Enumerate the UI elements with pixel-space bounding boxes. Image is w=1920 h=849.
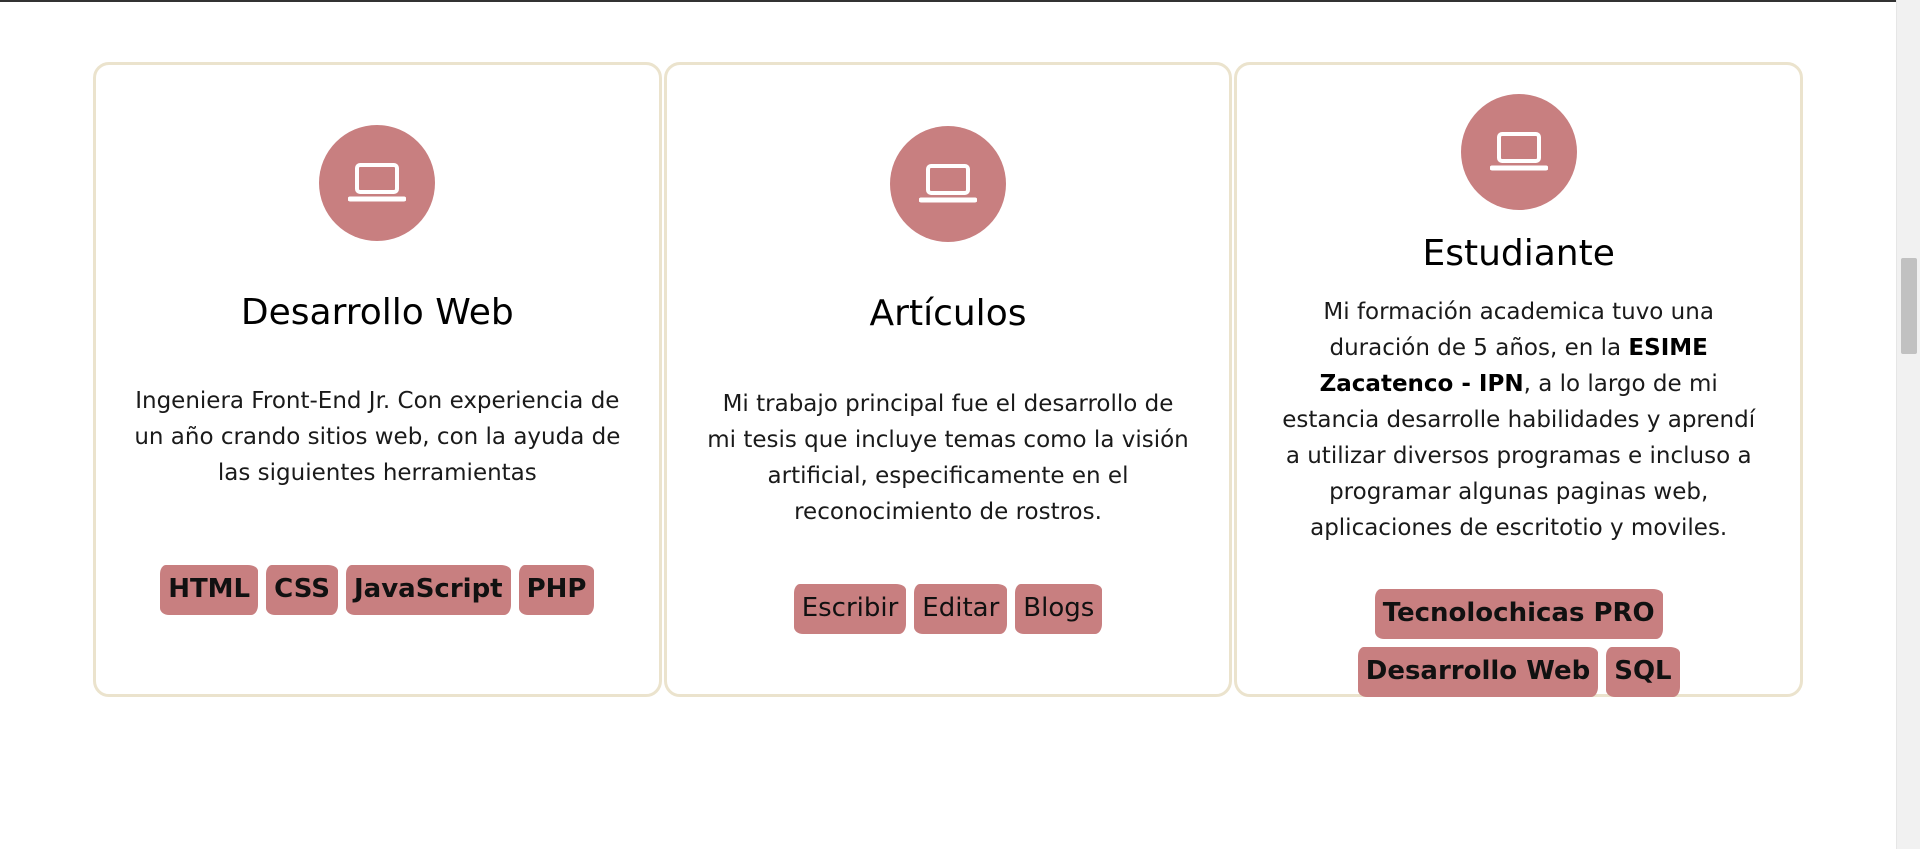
tag-list: Escribir Editar Blogs xyxy=(793,584,1103,634)
card-title: Estudiante xyxy=(1422,233,1615,274)
card-description: Mi trabajo principal fue el desarrollo d… xyxy=(707,391,1189,525)
laptop-icon xyxy=(348,163,407,202)
card-icon-circle xyxy=(1460,94,1577,210)
card-desarrollo-web: Desarrollo Web Ingeniera Front-End Jr. C… xyxy=(93,62,662,697)
card-articulos: Artículos Mi trabajo principal fue el de… xyxy=(663,62,1233,697)
tag-sql[interactable]: SQL xyxy=(1606,647,1680,697)
vertical-scrollbar[interactable] xyxy=(1896,0,1920,849)
card-icon-circle xyxy=(319,125,436,241)
tag-css[interactable]: CSS xyxy=(266,565,338,615)
scrollbar-thumb[interactable] xyxy=(1901,258,1917,354)
laptop-icon xyxy=(1489,132,1548,171)
tag-html[interactable]: HTML xyxy=(160,565,259,615)
tag-list: HTML CSS JavaScript PHP xyxy=(160,565,595,615)
tag-php[interactable]: PHP xyxy=(518,565,595,615)
tag-list: Tecnolochicas PRO Desarrollo Web SQL xyxy=(1275,589,1762,697)
tag-blogs[interactable]: Blogs xyxy=(1015,584,1103,634)
top-divider xyxy=(0,0,1896,2)
card-title: Desarrollo Web xyxy=(240,292,514,333)
tag-desarrollo-web[interactable]: Desarrollo Web xyxy=(1357,647,1599,697)
card-icon-circle xyxy=(890,126,1006,242)
tag-javascript[interactable]: JavaScript xyxy=(345,565,511,615)
services-cards: Desarrollo Web Ingeniera Front-End Jr. C… xyxy=(93,62,1804,697)
card-estudiante: Estudiante Mi formación academica tuvo u… xyxy=(1234,62,1804,697)
card-title: Artículos xyxy=(869,293,1027,334)
tag-escribir[interactable]: Escribir xyxy=(793,584,907,634)
tag-editar[interactable]: Editar xyxy=(914,584,1008,634)
tag-tecnolochicas-pro[interactable]: Tecnolochicas PRO xyxy=(1374,589,1663,639)
laptop-icon xyxy=(919,164,977,203)
card-description: Mi formación academica tuvo una duración… xyxy=(1275,294,1762,546)
card-description: Ingeniera Front-End Jr. Con experiencia … xyxy=(134,388,621,486)
